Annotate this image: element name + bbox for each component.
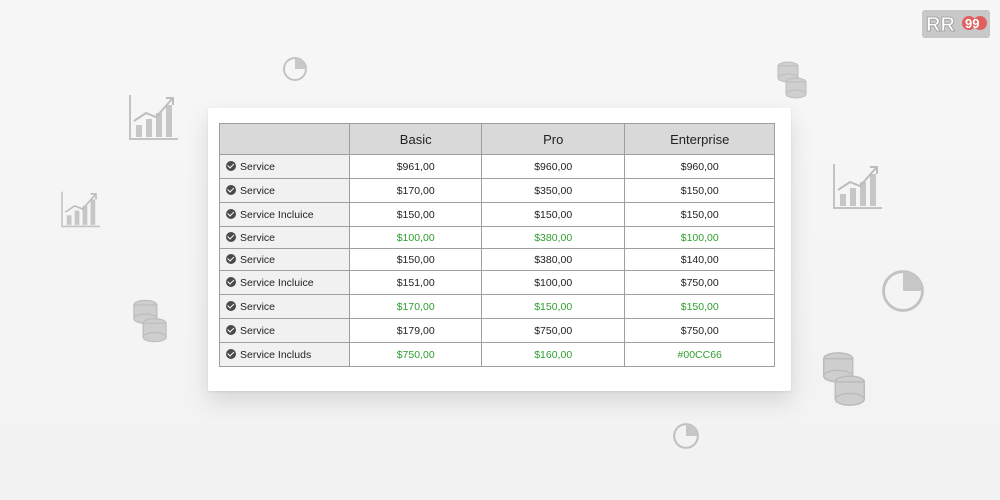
enterprise-price-cell: #00CC66 (624, 342, 775, 367)
service-cell: Service (218, 318, 351, 343)
service-cell: Service (218, 154, 351, 179)
table-row: Service $179,00 $750,00 $750,00 (218, 318, 775, 343)
pro-price-cell: $100,00 (480, 270, 626, 295)
enterprise-price-cell: $150,00 (624, 178, 775, 203)
service-label: Service (240, 231, 276, 244)
check-circle-icon (226, 160, 236, 171)
pie-chart-icon (672, 422, 700, 450)
brand-logo: RR 99 (922, 10, 990, 38)
svg-text:99: 99 (965, 16, 979, 31)
pro-price-cell: $150,00 (480, 294, 626, 319)
bar-chart-icon (60, 190, 102, 228)
basic-price-cell: $961,00 (349, 154, 482, 179)
enterprise-price-cell: $100,00 (624, 226, 775, 249)
pie-chart-icon (282, 56, 308, 82)
check-circle-icon (226, 276, 236, 287)
check-circle-icon (226, 208, 236, 219)
service-label: Service (240, 184, 276, 197)
coin-stack-icon (776, 60, 808, 100)
enterprise-price-cell: $750,00 (624, 270, 775, 295)
table-header-row: Basic Pro Enterprise (218, 123, 775, 155)
header-enterprise: Enterprise (624, 123, 775, 155)
enterprise-price-cell: $150,00 (624, 294, 775, 319)
service-cell: Service (218, 226, 351, 249)
service-cell: Service (218, 178, 351, 203)
enterprise-price-cell: $140,00 (624, 248, 775, 271)
check-circle-icon (226, 324, 236, 335)
basic-price-cell: $750,00 (349, 342, 482, 367)
service-label: Service (240, 253, 276, 266)
enterprise-price-cell: $750,00 (624, 318, 775, 343)
basic-price-cell: $150,00 (349, 248, 482, 271)
pro-price-cell: $750,00 (480, 318, 626, 343)
service-label: Service Incluice (240, 276, 314, 289)
coin-stack-icon (128, 298, 172, 344)
bar-chart-icon (128, 93, 180, 141)
table-row: Service $170,00 $150,00 $150,00 (218, 294, 775, 319)
table-row: Service $170,00 $350,00 $150,00 (218, 178, 775, 203)
pro-price-cell: $160,00 (480, 342, 626, 367)
service-label: Service Incluice (240, 208, 314, 221)
service-label: Service Includs (240, 348, 312, 361)
basic-price-cell: $170,00 (349, 178, 482, 203)
table-row: Service Incluice $151,00 $100,00 $750,00 (218, 270, 775, 295)
pricing-table: Basic Pro Enterprise Service $961,00 $960,… (218, 123, 775, 367)
enterprise-price-cell: $150,00 (624, 202, 775, 227)
coin-stack-icon (816, 350, 872, 408)
pie-chart-icon (880, 268, 926, 314)
pricing-table-card: Basic Pro Enterprise Service $961,00 $960,… (208, 108, 791, 391)
pro-price-cell: $380,00 (480, 248, 626, 271)
pro-price-cell: $960,00 (480, 154, 626, 179)
check-circle-icon (226, 231, 236, 242)
header-basic: Basic (349, 123, 482, 155)
table-row: Service $961,00 $960,00 $960,00 (218, 154, 775, 179)
svg-text:RR: RR (926, 14, 955, 36)
enterprise-price-cell: $960,00 (624, 154, 775, 179)
check-circle-icon (226, 348, 236, 359)
check-circle-icon (226, 300, 236, 311)
basic-price-cell: $170,00 (349, 294, 482, 319)
basic-price-cell: $179,00 (349, 318, 482, 343)
service-label: Service (240, 160, 276, 173)
basic-price-cell: $151,00 (349, 270, 482, 295)
pro-price-cell: $350,00 (480, 178, 626, 203)
service-cell: Service (218, 294, 351, 319)
table-row: Service Incluice $150,00 $150,00 $150,00 (218, 202, 775, 227)
pro-price-cell: $150,00 (480, 202, 626, 227)
header-pro: Pro (480, 123, 626, 155)
service-label: Service (240, 324, 276, 337)
bar-chart-icon (832, 162, 884, 210)
service-label: Service (240, 300, 276, 313)
service-cell: Service Incluice (218, 270, 351, 295)
table-row: Service Includs $750,00 $160,00 #00CC66 (218, 342, 775, 367)
pro-price-cell: $380,00 (480, 226, 626, 249)
service-cell: Service Includs (218, 342, 351, 367)
service-cell: Service Incluice (218, 202, 351, 227)
header-service (218, 123, 351, 155)
basic-price-cell: $150,00 (349, 202, 482, 227)
table-row: Service $100,00 $380,00 $100,00 (218, 226, 775, 249)
table-row: Service $150,00 $380,00 $140,00 (218, 248, 775, 271)
basic-price-cell: $100,00 (349, 226, 482, 249)
check-circle-icon (226, 253, 236, 264)
check-circle-icon (226, 184, 236, 195)
service-cell: Service (218, 248, 351, 271)
table-body: Service $961,00 $960,00 $960,00 Service $170,… (218, 154, 775, 367)
